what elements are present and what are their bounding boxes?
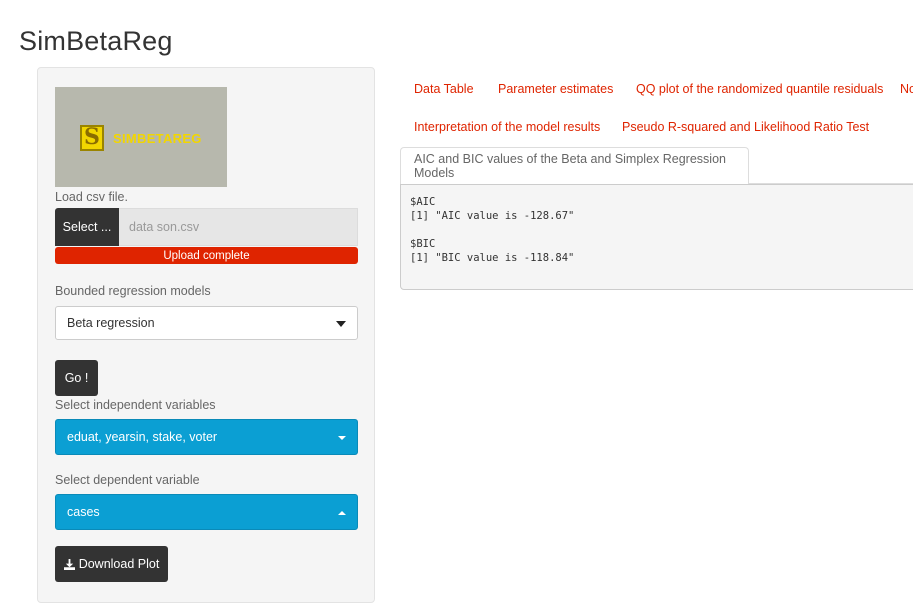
dependent-variable-picker[interactable]: cases (55, 494, 358, 530)
output-line: [1] "AIC value is -128.67" (410, 210, 575, 222)
tab-parameter-estimates[interactable]: Parameter estimates (498, 82, 613, 96)
independent-variables-value: eduat, yearsin, stake, voter (67, 430, 218, 444)
models-select[interactable]: Beta regression (55, 306, 358, 340)
app-logo: S SIMBETAREG (55, 87, 227, 187)
output-line: $AIC (410, 196, 436, 208)
models-selected-value: Beta regression (67, 316, 155, 330)
app-title: SimBetaReg (19, 26, 173, 56)
upload-progress-bar: Upload complete (55, 247, 358, 264)
chevron-down-icon (336, 321, 346, 327)
file-name-field[interactable]: data son.csv (119, 208, 358, 246)
download-plot-label: Download Plot (78, 557, 160, 571)
output-line: [1] "BIC value is -118.84" (410, 252, 575, 264)
file-upload: Select ... data son.csv (55, 208, 358, 246)
output-line: $BIC (410, 238, 436, 250)
model-output: $AIC [1] "AIC value is -128.67" $BIC [1]… (400, 184, 913, 290)
dependent-variable-label: Select dependent variable (55, 473, 200, 487)
tab-qq-plot[interactable]: QQ plot of the randomized quantile resid… (636, 82, 883, 96)
sidebar-panel: S SIMBETAREG Load csv file. Select ... d… (37, 67, 375, 603)
tab-data-table[interactable]: Data Table (414, 82, 474, 96)
tab-aic-bic[interactable]: AIC and BIC values of the Beta and Simpl… (400, 147, 749, 184)
tab-overflow[interactable]: No (900, 82, 913, 96)
tab-interpretation[interactable]: Interpretation of the model results (414, 120, 600, 134)
logo-s-icon: S (80, 125, 104, 151)
go-button[interactable]: Go ! (55, 360, 98, 396)
upload-progress-text: Upload complete (55, 247, 358, 264)
logo-text: SIMBETAREG (113, 131, 202, 146)
file-upload-label: Load csv file. (55, 190, 128, 204)
file-select-button[interactable]: Select ... (55, 208, 119, 246)
caret-up-icon (338, 511, 346, 515)
models-label: Bounded regression models (55, 284, 211, 298)
download-plot-button[interactable]: Download Plot (55, 546, 168, 582)
tab-pseudo-r-squared[interactable]: Pseudo R-squared and Likelihood Ratio Te… (622, 120, 869, 134)
independent-variables-picker[interactable]: eduat, yearsin, stake, voter (55, 419, 358, 455)
caret-down-icon (338, 436, 346, 440)
download-icon (63, 558, 75, 570)
dependent-variable-value: cases (67, 505, 100, 519)
independent-variables-label: Select independent variables (55, 398, 216, 412)
